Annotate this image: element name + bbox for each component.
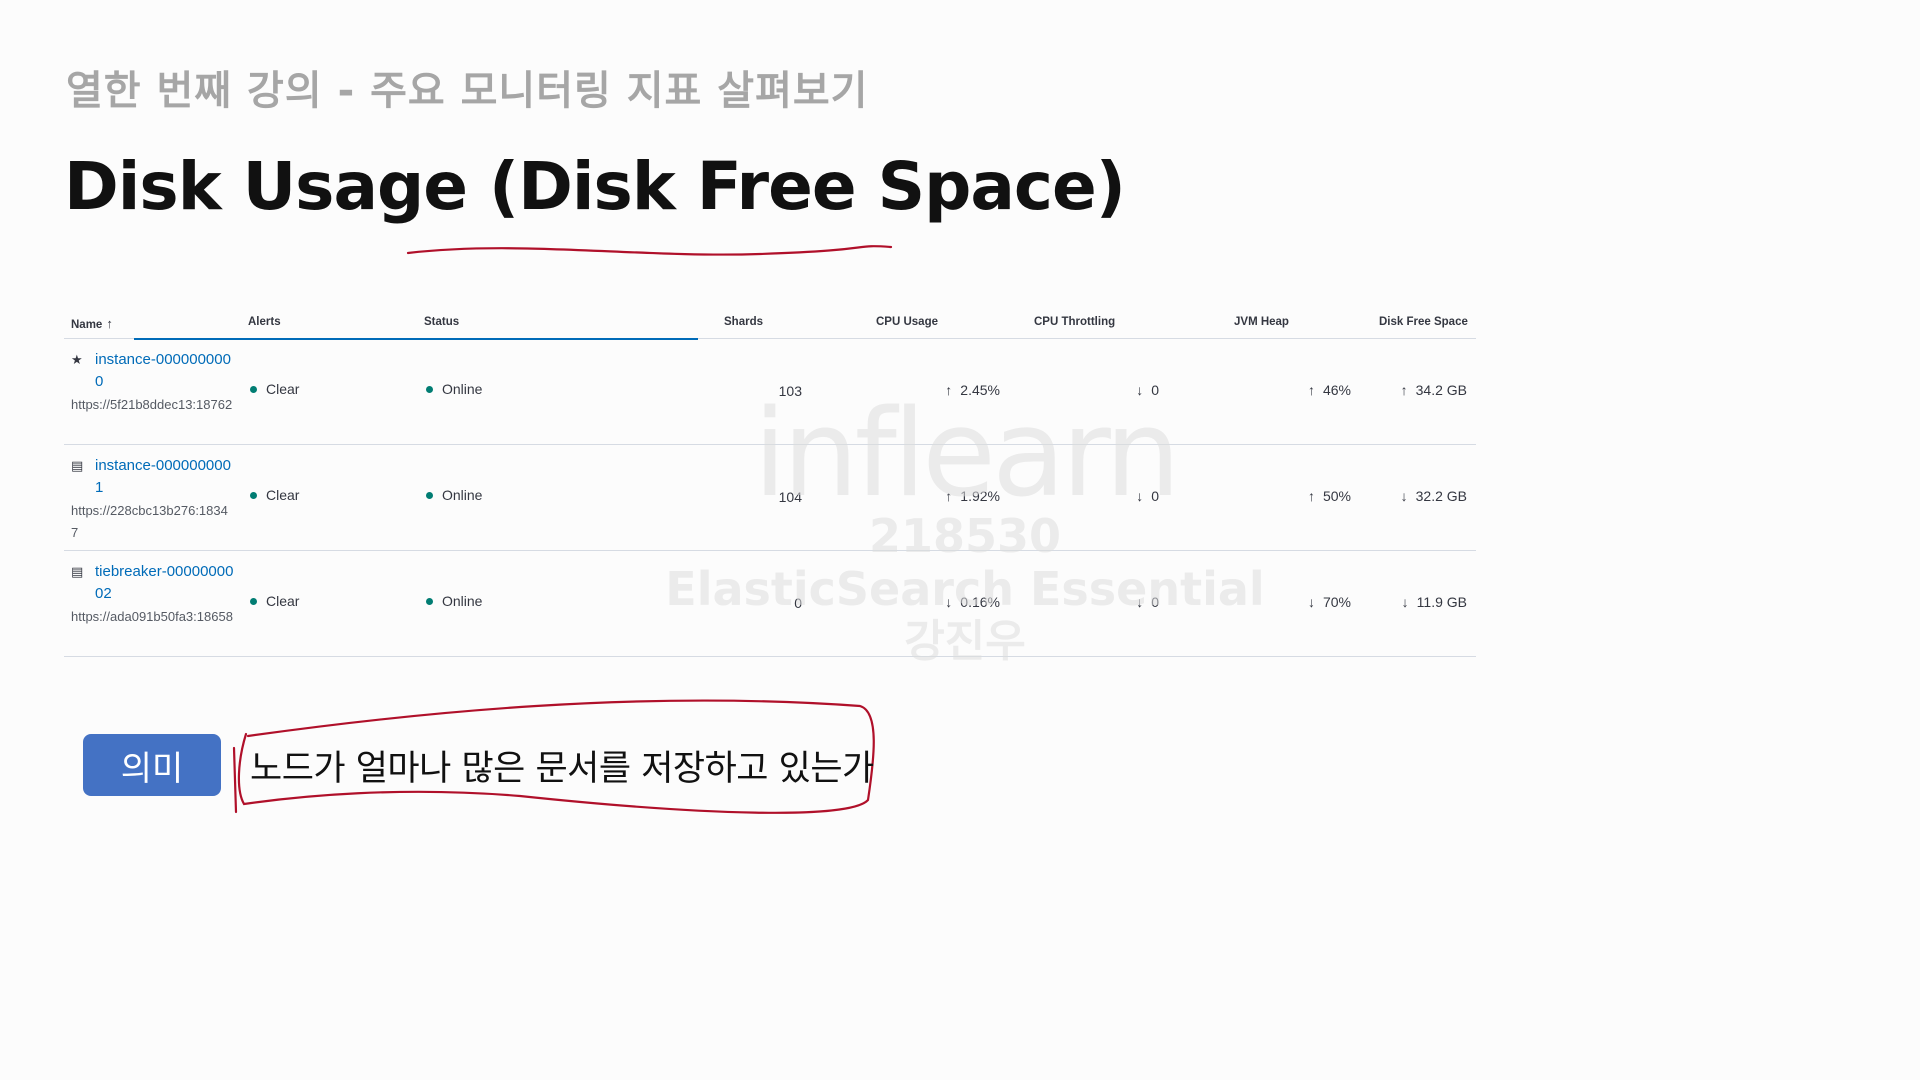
column-header-shards[interactable]: Shards <box>724 316 763 328</box>
shards-value: 103 <box>778 383 802 399</box>
status-dot <box>426 491 433 499</box>
server-icon: ▤ <box>71 564 84 579</box>
cpu-usage-value: ↑ 2.45% <box>945 382 1000 398</box>
table-row: ▤ instance-0000000001 https://228cbc13b2… <box>64 445 1476 551</box>
nodes-table: Name ↑ Alerts Status Shards CPU Usage CPU… <box>64 306 1476 657</box>
trend-down-icon: ↓ <box>1136 488 1144 504</box>
column-header-status[interactable]: Status <box>424 316 459 328</box>
cpu-throttling-value: ↓ 0 <box>1136 594 1159 610</box>
node-link[interactable]: tiebreaker-0000000002 <box>95 561 235 605</box>
alert-status: Clear <box>250 487 299 503</box>
trend-down-icon: ↓ <box>1307 594 1315 610</box>
node-status: Online <box>426 381 482 397</box>
table-row: ▤ tiebreaker-0000000002 https://ada091b5… <box>64 551 1476 657</box>
table-row: ★ instance-0000000000 https://5f21b8ddec… <box>64 339 1476 445</box>
cpu-usage-value: ↑ 1.92% <box>945 488 1000 504</box>
status-dot <box>250 385 257 393</box>
shards-value: 104 <box>778 489 802 505</box>
column-header-cpu-throttling[interactable]: CPU Throttling <box>1034 316 1115 328</box>
lecture-subtitle: 열한 번째 강의 - 주요 모니터링 지표 살펴보기 <box>66 68 869 114</box>
node-url: https://5f21b8ddec13:18762 <box>71 397 233 412</box>
shards-value: 0 <box>794 595 802 611</box>
node-status: Online <box>426 593 482 609</box>
server-icon: ▤ <box>71 458 84 473</box>
node-url: https://ada091b50fa3:18658 <box>71 609 233 624</box>
node-link[interactable]: instance-0000000001 <box>95 455 235 499</box>
disk-free-value: ↓ 32.2 GB <box>1400 488 1467 504</box>
column-header-cpu-usage[interactable]: CPU Usage <box>876 316 938 328</box>
cpu-usage-value: ↓ 0.16% <box>945 594 1000 610</box>
node-name-cell: ▤ tiebreaker-0000000002 https://ada091b5… <box>71 561 241 628</box>
trend-down-icon: ↓ <box>1136 594 1144 610</box>
column-header-jvm-heap[interactable]: JVM Heap <box>1234 316 1289 328</box>
column-header-disk-free-space[interactable]: Disk Free Space <box>1379 316 1468 328</box>
trend-up-icon: ↑ <box>1400 382 1408 398</box>
jvm-heap-value: ↓ 70% <box>1307 594 1351 610</box>
jvm-heap-value: ↑ 50% <box>1307 488 1351 504</box>
trend-down-icon: ↓ <box>1400 488 1408 504</box>
meaning-text: 노드가 얼마나 많은 문서를 저장하고 있는가 <box>250 749 874 789</box>
cpu-throttling-value: ↓ 0 <box>1136 382 1159 398</box>
alert-status: Clear <box>250 593 299 609</box>
node-name-cell: ▤ instance-0000000001 https://228cbc13b2… <box>71 455 241 544</box>
disk-free-value: ↓ 11.9 GB <box>1401 594 1467 610</box>
sort-arrow-up-icon[interactable]: ↑ <box>106 316 113 331</box>
trend-up-icon: ↑ <box>945 382 953 398</box>
disk-free-value: ↑ 34.2 GB <box>1400 382 1467 398</box>
meaning-tag: 의미 <box>83 734 221 796</box>
trend-down-icon: ↓ <box>945 594 953 610</box>
node-status: Online <box>426 487 482 503</box>
slide-title: Disk Usage (Disk Free Space) <box>64 148 1126 225</box>
cpu-throttling-value: ↓ 0 <box>1136 488 1159 504</box>
status-dot <box>250 491 257 499</box>
column-header-name[interactable]: Name ↑ <box>71 316 113 331</box>
alert-status: Clear <box>250 381 299 397</box>
trend-down-icon: ↓ <box>1136 382 1144 398</box>
node-url: https://228cbc13b276:18347 <box>71 503 228 540</box>
status-dot <box>426 385 433 393</box>
title-underline <box>406 245 893 256</box>
node-link[interactable]: instance-0000000000 <box>95 349 235 393</box>
column-header-alerts[interactable]: Alerts <box>248 316 281 328</box>
trend-up-icon: ↑ <box>1307 488 1315 504</box>
star-icon: ★ <box>71 352 83 367</box>
node-name-cell: ★ instance-0000000000 https://5f21b8ddec… <box>71 349 241 416</box>
trend-up-icon: ↑ <box>945 488 953 504</box>
status-dot <box>426 597 433 605</box>
jvm-heap-value: ↑ 46% <box>1307 382 1351 398</box>
table-header: Name ↑ Alerts Status Shards CPU Usage CPU… <box>64 306 1476 340</box>
trend-up-icon: ↑ <box>1307 382 1315 398</box>
trend-down-icon: ↓ <box>1401 594 1409 610</box>
status-dot <box>250 597 257 605</box>
